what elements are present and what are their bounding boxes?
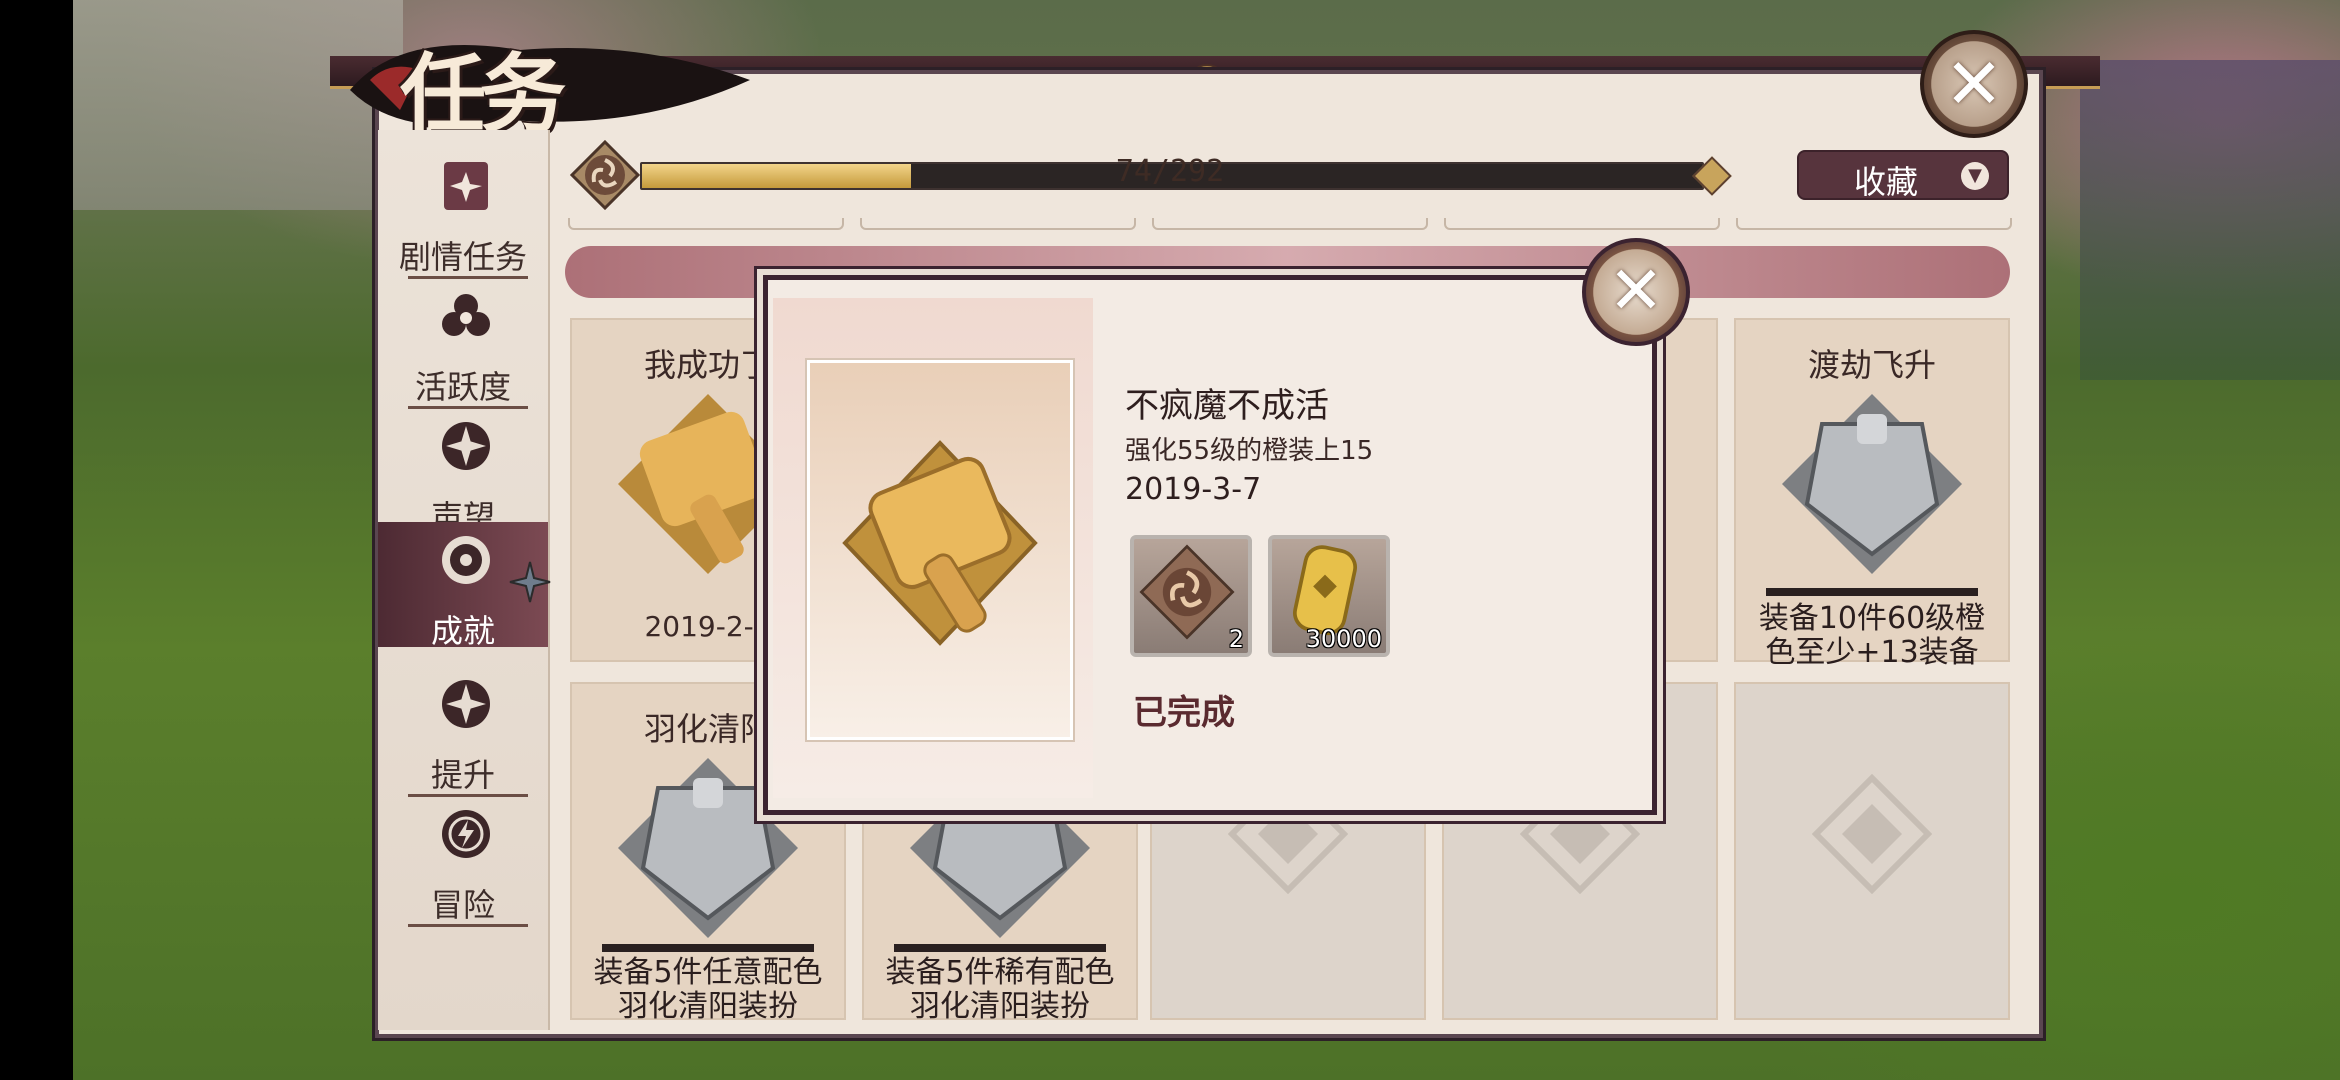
tab-3[interactable]: [1152, 218, 1428, 230]
chevron-down-icon: ▼: [1961, 162, 1989, 190]
sidebar-item-reputation[interactable]: 声望: [378, 408, 548, 539]
armor-icon: [1782, 394, 1962, 574]
divider: [408, 924, 528, 927]
clover-icon: [442, 294, 490, 336]
achievement-item-frame: [807, 360, 1073, 740]
triskelion-medal-icon: [1139, 544, 1235, 640]
card-desc-line: 装备10件60级橙: [1758, 601, 1986, 636]
sidebar-item-adventure[interactable]: 冒险: [378, 796, 548, 927]
card-desc-line: 装备5件稀有配色: [885, 955, 1115, 990]
card-title: 渡劫飞升: [1807, 346, 1936, 384]
sidebar-item-upgrade[interactable]: 提升: [378, 666, 548, 797]
sidebar-item-story[interactable]: 剧情任务: [378, 148, 548, 279]
reward-quantity: 2: [1228, 625, 1244, 653]
achievement-card[interactable]: 渡劫飞升 装备10件60级橙 色至少+13装备: [1734, 318, 2010, 670]
shuriken-icon: [444, 162, 488, 210]
achievement-title: 不疯魔不成活: [1125, 386, 1329, 426]
modal-close-button[interactable]: ✕: [1582, 238, 1690, 346]
progress-bar: [1766, 588, 1978, 596]
progress-text: 74/292: [1115, 154, 1225, 189]
sidebar-item-label: 剧情任务: [398, 238, 527, 276]
sidebar-item-label: 冒险: [430, 886, 495, 924]
gold-hammer-icon: [842, 440, 1038, 646]
card-desc: 装备5件任意配色 羽化清阳装扮: [580, 956, 836, 1024]
compass-icon: [442, 422, 490, 470]
reward-quantity: 30000: [1305, 625, 1382, 653]
sidebar-item-activity[interactable]: 活跃度: [378, 278, 548, 409]
sidebar-item-label: 成就: [430, 612, 495, 650]
bolt-icon: [442, 810, 490, 858]
close-button[interactable]: ✕: [1920, 30, 2028, 138]
tabs-strip: [568, 218, 2012, 232]
tab-5[interactable]: [1736, 218, 2012, 230]
reward-slot[interactable]: 30000: [1268, 535, 1390, 657]
progress-bar: [894, 944, 1106, 952]
screen-bezel: [0, 0, 73, 1080]
swirl-icon: [442, 536, 490, 584]
status-label: 已完成: [1133, 693, 1235, 733]
reward-slot[interactable]: 2: [1130, 535, 1252, 657]
sidebar-item-label: 活跃度: [414, 368, 511, 406]
card-desc-line: 色至少+13装备: [1765, 635, 1979, 670]
card-desc: 装备5件稀有配色 羽化清阳装扮: [872, 956, 1128, 1024]
achievement-description: 强化55级的橙装上15: [1125, 436, 1374, 466]
locked-card: [1734, 682, 2010, 1020]
card-desc-line: 羽化清阳装扮: [618, 989, 798, 1024]
tab-2[interactable]: [860, 218, 1136, 230]
distant-mountain: [2080, 60, 2340, 380]
card-desc-line: 装备5件任意配色: [593, 955, 823, 990]
achievement-progress: 74/292: [570, 140, 1740, 210]
tab-1[interactable]: [568, 218, 844, 230]
dropdown-label: 收藏: [1854, 163, 1919, 201]
tab-4[interactable]: [1444, 218, 1720, 230]
sidebar-item-label: 提升: [430, 756, 495, 794]
selected-marker-icon: [509, 561, 551, 603]
achievement-date: 2019-3-7: [1125, 472, 1262, 507]
progress-bar: [602, 944, 814, 952]
compass-icon: [442, 680, 490, 728]
card-desc-line: 羽化清阳装扮: [910, 989, 1090, 1024]
achievement-detail-modal: 不疯魔不成活 强化55级的橙装上15 2019-3-7 2 30000 已完成: [763, 275, 1657, 815]
card-desc: 装备10件60级橙 色至少+13装备: [1744, 602, 2000, 670]
favorite-filter-dropdown[interactable]: 收藏 ▼: [1797, 150, 2009, 201]
locked-diamond-icon: [1812, 774, 1932, 894]
close-icon: ✕: [1608, 252, 1664, 329]
close-icon: ✕: [1944, 43, 2004, 125]
